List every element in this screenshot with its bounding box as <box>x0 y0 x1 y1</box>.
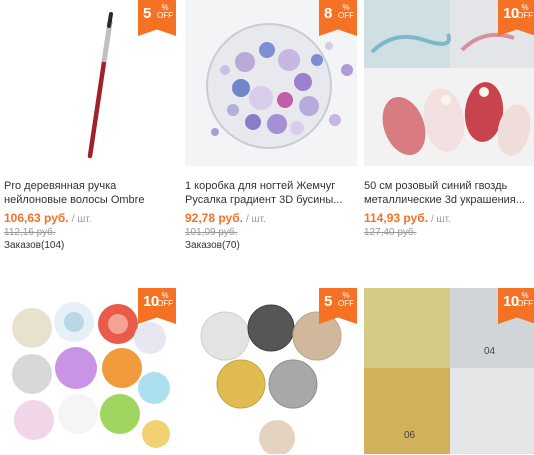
discount-value: 5 <box>324 293 332 310</box>
product-price: 106,63 руб. <box>4 211 69 225</box>
discount-percent: % OFF <box>338 291 354 308</box>
price-line: 114,93 руб. / шт. <box>364 211 451 225</box>
product-price: 114,93 руб. <box>364 211 428 225</box>
old-price: 101,09 руб. <box>185 227 238 238</box>
discount-value: 8 <box>324 5 332 22</box>
price-unit: / шт. <box>430 214 451 225</box>
discount-percent: % OFF <box>338 3 354 20</box>
product-title[interactable]: 1 коробка для ногтей Жемчуг Русалка град… <box>185 179 355 207</box>
product-title[interactable]: 50 см розовый синий гвоздь металлические… <box>364 179 534 207</box>
orders-count: Заказов(70) <box>185 240 240 251</box>
product-price: 92,78 руб. <box>185 211 243 225</box>
discount-percent: % OFF <box>157 3 173 20</box>
price-line: 92,78 руб. / шт. <box>185 211 266 225</box>
discount-percent: % OFF <box>157 291 173 308</box>
discount-percent: % OFF <box>517 291 533 308</box>
price-unit: / шт. <box>245 214 266 225</box>
discount-percent: % OFF <box>517 3 533 20</box>
price-unit: / шт. <box>71 214 92 225</box>
price-line: 106,63 руб. / шт. <box>4 211 91 225</box>
old-price: 112,16 руб. <box>4 227 56 238</box>
svg-text:04: 04 <box>484 346 496 357</box>
old-price: 127,40 руб. <box>364 227 417 238</box>
product-title[interactable]: Pro деревянная ручка нейлоновые волосы O… <box>4 179 174 207</box>
svg-text:06: 06 <box>404 430 416 441</box>
discount-value: 5 <box>143 5 151 22</box>
orders-count: Заказов(104) <box>4 240 65 251</box>
